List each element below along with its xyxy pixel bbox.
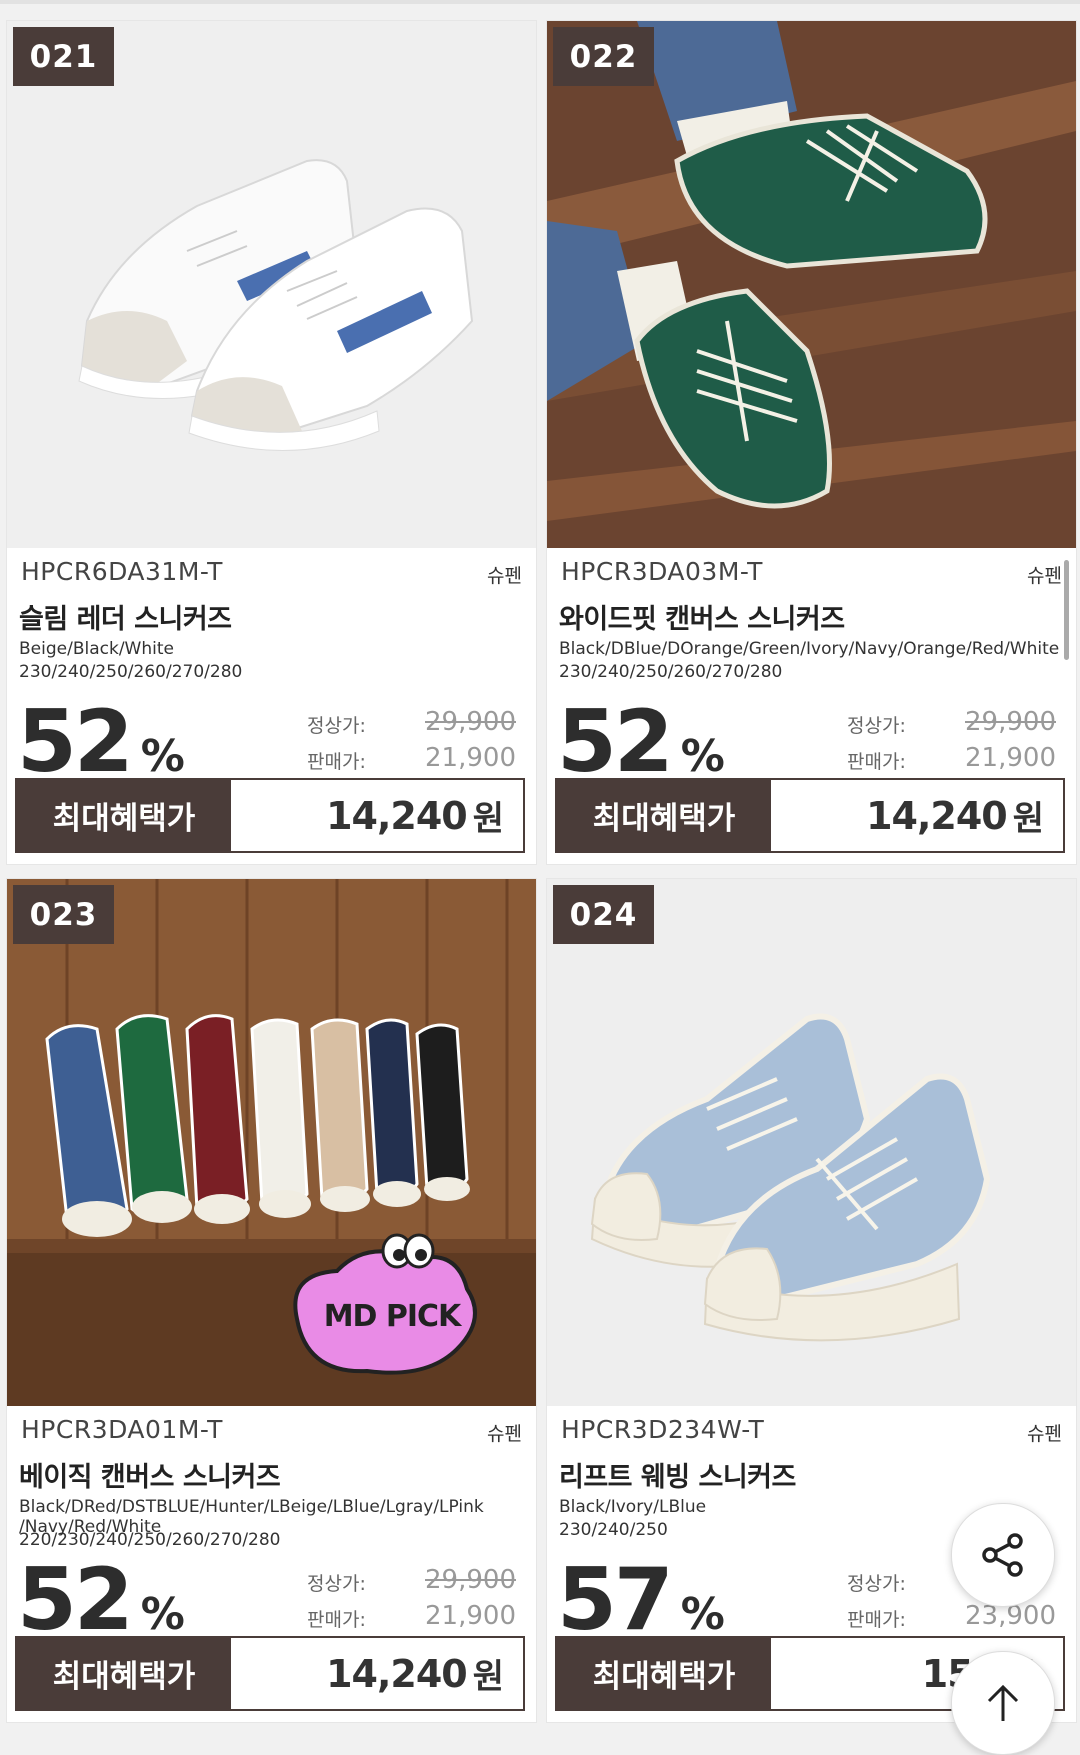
regular-price-label: 정상가:	[307, 1573, 366, 1595]
regular-price: 29,900	[425, 1565, 516, 1595]
product-code: HPCR3DA01M-T	[21, 1415, 223, 1444]
product-number-tag: 024	[553, 885, 654, 944]
size-options: 230/240/250	[559, 1520, 668, 1540]
sale-price-label: 판매가:	[307, 1609, 366, 1631]
discount-value: 52	[17, 1550, 134, 1650]
scroll-indicator[interactable]	[1064, 560, 1069, 660]
benefit-price-value: 14,240	[326, 793, 468, 838]
max-benefit-price: 14,240 원	[231, 780, 523, 851]
regular-price-label: 정상가:	[847, 1573, 906, 1595]
product-name[interactable]: 슬림 레더 스니커즈	[19, 597, 232, 636]
percent-sign: %	[680, 1589, 725, 1640]
regular-price: 29,900	[425, 707, 516, 737]
sale-price: 21,900	[425, 743, 516, 773]
max-benefit-box: 최대혜택가 14,240 원	[555, 778, 1065, 853]
brand-label: 슈펜	[1027, 565, 1062, 587]
product-number-tag: 023	[13, 885, 114, 944]
product-number-tag: 022	[553, 27, 654, 86]
max-benefit-label: 최대혜택가	[17, 780, 231, 851]
product-code: HPCR6DA31M-T	[21, 557, 223, 586]
scroll-to-top-button[interactable]	[951, 1651, 1055, 1755]
product-code: HPCR3D234W-T	[561, 1415, 765, 1444]
regular-price-label: 정상가:	[307, 715, 366, 737]
max-benefit-price: 14,240 원	[231, 1638, 523, 1709]
regular-price: 29,900	[965, 707, 1056, 737]
discount-rate: 52 %	[17, 1557, 185, 1643]
currency-unit: 원	[472, 799, 504, 839]
product-name[interactable]: 베이직 캔버스 스니커즈	[19, 1455, 281, 1494]
brand-label: 슈펜	[487, 1423, 522, 1445]
max-benefit-box: 최대혜택가 14,240 원	[15, 778, 525, 853]
color-options: Black/DBlue/DOrange/Green/Ivory/Navy/Ora…	[559, 639, 1060, 659]
sale-price: 21,900	[425, 1601, 516, 1631]
product-image[interactable]	[547, 21, 1076, 548]
product-card[interactable]: MD PICK 023 HPCR3DA01M-T 슈펜 베이직 캔버스 스니커즈…	[6, 878, 537, 1723]
sale-price-label: 판매가:	[847, 1609, 906, 1631]
discount-value: 57	[557, 1550, 674, 1650]
discount-rate: 57 %	[557, 1557, 725, 1643]
currency-unit: 원	[1012, 799, 1044, 839]
product-card[interactable]: 022 HPCR3DA03M-T 슈펜 와이드핏 캔버스 스니커즈 Black/…	[546, 20, 1077, 865]
sale-price: 21,900	[965, 743, 1056, 773]
product-number-tag: 021	[13, 27, 114, 86]
product-image[interactable]	[7, 21, 536, 548]
color-options: Beige/Black/White	[19, 639, 174, 659]
size-options: 230/240/250/260/270/280	[559, 662, 783, 682]
discount-rate: 52 %	[17, 699, 185, 785]
size-options: 230/240/250/260/270/280	[19, 662, 243, 682]
product-card[interactable]: 021 HPCR6DA31M-T 슈펜 슬림 레더 스니커즈 Beige/Bla…	[6, 20, 537, 865]
percent-sign: %	[140, 731, 185, 782]
currency-unit: 원	[472, 1657, 504, 1697]
regular-price-label: 정상가:	[847, 715, 906, 737]
share-button[interactable]	[951, 1503, 1055, 1607]
max-benefit-label: 최대혜택가	[17, 1638, 231, 1709]
benefit-price-value: 14,240	[326, 1651, 468, 1696]
product-name[interactable]: 와이드핏 캔버스 스니커즈	[559, 597, 845, 636]
product-name[interactable]: 리프트 웨빙 스니커즈	[559, 1455, 796, 1494]
brand-label: 슈펜	[1027, 1423, 1062, 1445]
percent-sign: %	[680, 731, 725, 782]
share-icon	[982, 1533, 1023, 1577]
max-benefit-box: 최대혜택가 14,240 원	[15, 1636, 525, 1711]
product-code: HPCR3DA03M-T	[561, 557, 763, 586]
md-pick-badge: MD PICK	[323, 1299, 462, 1334]
discount-value: 52	[557, 692, 674, 792]
product-image[interactable]	[547, 879, 1076, 1406]
product-image[interactable]: MD PICK	[7, 879, 536, 1406]
discount-rate: 52 %	[557, 699, 725, 785]
sale-price-label: 판매가:	[847, 751, 906, 773]
sale-price-label: 판매가:	[307, 751, 366, 773]
percent-sign: %	[140, 1589, 185, 1640]
benefit-price-value: 14,240	[866, 793, 1008, 838]
discount-value: 52	[17, 692, 134, 792]
max-benefit-price: 14,240 원	[771, 780, 1063, 851]
arrow-up-icon	[987, 1684, 1019, 1721]
size-options: 220/230/240/250/260/270/280	[19, 1530, 281, 1550]
brand-label: 슈펜	[487, 565, 522, 587]
top-divider	[0, 0, 1080, 4]
max-benefit-label: 최대혜택가	[557, 1638, 771, 1709]
max-benefit-label: 최대혜택가	[557, 780, 771, 851]
